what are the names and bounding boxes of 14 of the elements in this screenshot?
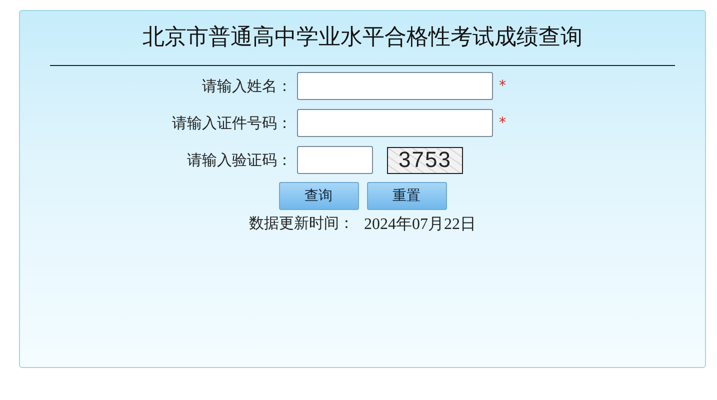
field-label: 请输入姓名： — [201, 76, 292, 96]
field-label: 请输入证件号码： — [171, 114, 292, 132]
required-mark: * — [499, 115, 506, 131]
update-date: 2024年07月22日 — [364, 215, 476, 235]
field-label: 请输入验证码： — [186, 150, 292, 170]
required-mark: * — [499, 78, 506, 94]
captcha-field[interactable] — [297, 146, 373, 174]
page-title: 北京市普通高中学业水平合格性考试成绩查询 — [142, 24, 584, 52]
captcha-image[interactable]: 3753 — [387, 146, 463, 174]
query-button[interactable]: 查询 — [278, 182, 358, 210]
input-field[interactable] — [297, 109, 493, 137]
input-field[interactable] — [297, 72, 493, 100]
update-label: 数据更新时间： — [249, 214, 354, 234]
reset-button[interactable]: 重置 — [366, 182, 446, 210]
